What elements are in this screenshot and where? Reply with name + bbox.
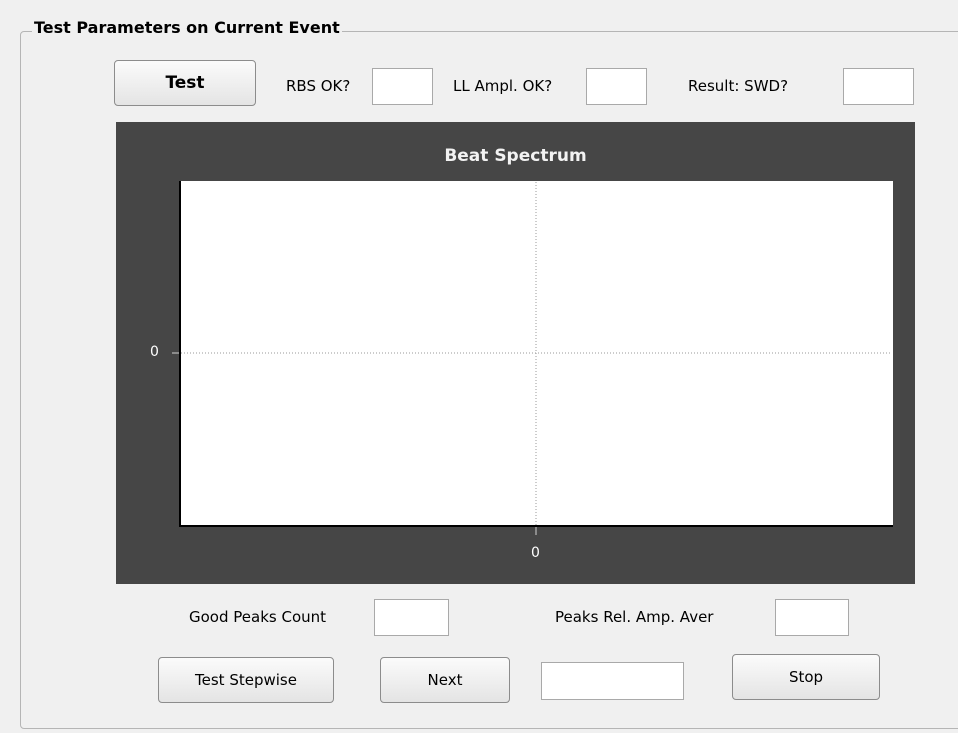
stop-button[interactable]: Stop [732, 654, 880, 700]
step-value-field[interactable] [541, 662, 684, 700]
rbs-ok-label: RBS OK? [286, 77, 351, 95]
ll-ampl-ok-label: LL Ampl. OK? [453, 77, 553, 95]
good-peaks-count-field[interactable] [374, 599, 449, 636]
rbs-ok-field[interactable] [372, 68, 433, 105]
y-tick-label: 0 [150, 344, 159, 360]
result-swd-field[interactable] [843, 68, 914, 105]
result-swd-label: Result: SWD? [688, 77, 789, 95]
peaks-rel-amp-field[interactable] [775, 599, 849, 636]
x-tick-label: 0 [531, 545, 540, 561]
chart-title: Beat Spectrum [444, 146, 587, 166]
group-title: Test Parameters on Current Event [32, 18, 342, 37]
peaks-rel-amp-label: Peaks Rel. Amp. Aver [555, 608, 714, 626]
test-stepwise-button[interactable]: Test Stepwise [158, 657, 334, 703]
next-button[interactable]: Next [380, 657, 510, 703]
ll-ampl-ok-field[interactable] [586, 68, 647, 105]
test-button[interactable]: Test [114, 60, 256, 106]
good-peaks-count-label: Good Peaks Count [189, 608, 327, 626]
beat-spectrum-chart [116, 122, 915, 584]
